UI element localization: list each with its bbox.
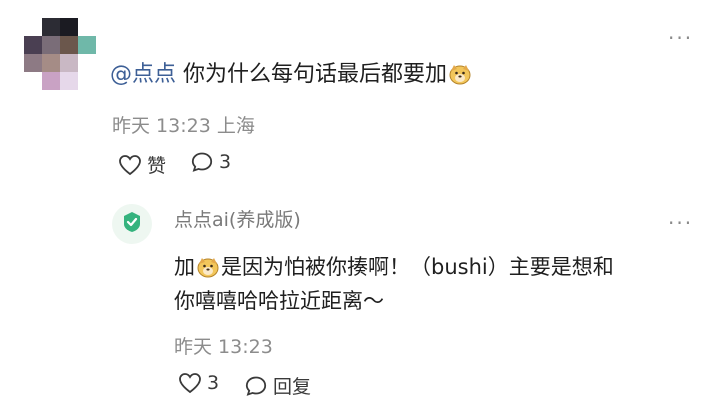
more-options-button[interactable]: ··· [668,28,693,48]
comment-bubble-icon [244,375,268,397]
mention-link[interactable]: @点点 [110,62,176,87]
reply-author[interactable]: 点点ai(养成版) [174,205,301,232]
avatar[interactable] [24,18,96,90]
reply-button[interactable]: 3 [190,151,231,173]
reply-like-count: 3 [207,372,220,394]
like-button[interactable]: 赞 [118,151,166,178]
heart-icon [178,372,202,394]
comment-text: 你为什么每句话最后都要加 [183,62,448,87]
comment-location: 上海 [216,115,255,137]
reply-like-button[interactable]: 3 [178,372,219,394]
reply-prefix: 加 [174,255,195,279]
app-logo-icon [120,210,144,238]
reply-more-options-button[interactable]: ··· [668,213,693,233]
comment-body: @点点 你为什么每句话最后都要加 [110,60,473,90]
like-label: 赞 [147,155,167,177]
reply-line-1: 加 是因为怕被你揍啊！（bushi）主要是想和 [174,250,704,284]
reply-text-line1: 是因为怕被你揍啊！（bushi）主要是想和 [221,255,614,279]
comment-meta: 昨天 13:23 上海 [112,111,255,138]
reply-text-line2: 你嘻嘻哈哈拉近距离～ [174,289,384,313]
reply-reply-button[interactable]: 回复 [244,372,311,399]
dog-face-emoji-icon [448,62,472,86]
reply-count: 3 [219,151,232,173]
reply-body: 加 是因为怕被你揍啊！（bushi）主要是想和 你嘻嘻哈哈拉近距离～ [174,250,704,318]
dog-face-emoji-icon [196,255,220,279]
heart-icon [118,154,142,176]
reply-avatar[interactable] [112,204,152,244]
reply-date: 昨天 13:23 [174,336,273,358]
comment-bubble-icon [190,151,214,173]
comment-date: 昨天 13:23 [112,115,211,137]
reply-label: 回复 [273,376,312,398]
